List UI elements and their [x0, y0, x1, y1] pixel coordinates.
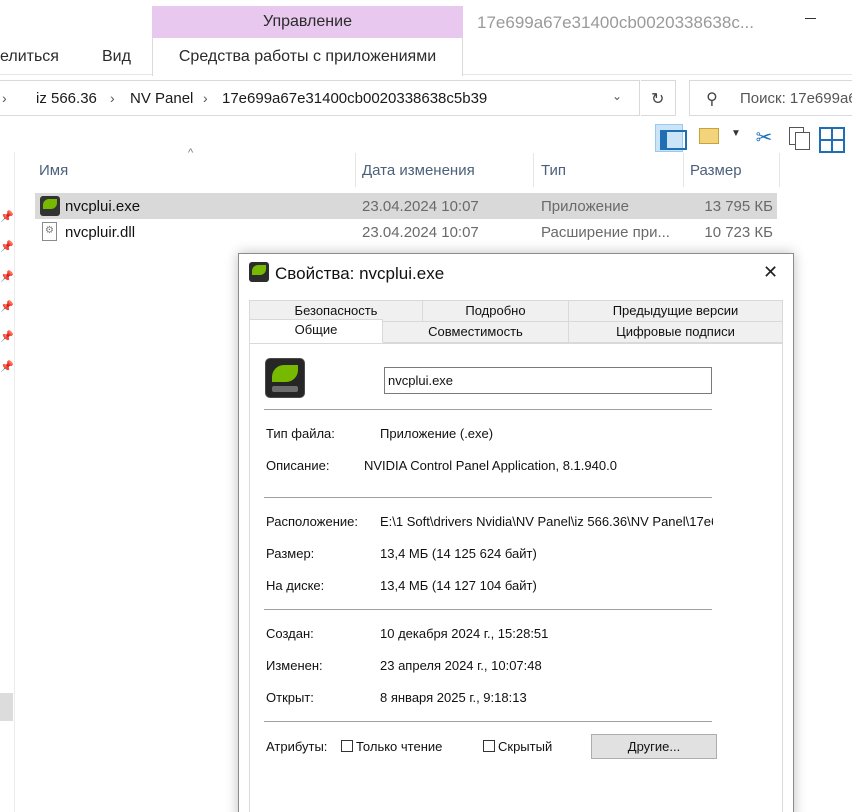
- tab-digital-signatures[interactable]: Цифровые подписи: [568, 321, 783, 343]
- window-title: 17e699a67e31400cb0020338638c...: [477, 13, 754, 32]
- divider: [264, 497, 712, 498]
- tab-compatibility[interactable]: Совместимость: [382, 321, 569, 343]
- disk-size-value: 13,4 МБ (14 127 104 байт): [380, 578, 537, 593]
- file-type: Приложение: [541, 198, 629, 215]
- file-name: nvcplui.exe: [65, 198, 141, 215]
- hidden-label[interactable]: Скрытый: [498, 739, 552, 754]
- chevron-down-icon[interactable]: ⌄: [612, 89, 622, 103]
- column-divider[interactable]: [779, 153, 780, 187]
- search-input[interactable]: ⚲ Поиск: 17e699a6: [689, 80, 852, 116]
- nvidia-app-icon: [265, 358, 305, 398]
- chevron-right-icon[interactable]: ›: [2, 90, 7, 106]
- dialog-title: Свойства: nvcplui.exe: [275, 264, 445, 283]
- tab-details[interactable]: Подробно: [422, 300, 569, 322]
- properties-dialog: Свойства: nvcplui.exe ✕ Безопасность Под…: [238, 253, 794, 812]
- nvidia-app-icon: [40, 196, 60, 216]
- pin-icon[interactable]: 📌: [0, 270, 14, 283]
- location-label: Расположение:: [266, 514, 358, 529]
- breadcrumb-nv-panel[interactable]: NV Panel: [130, 90, 193, 107]
- close-icon[interactable]: ✕: [763, 262, 778, 283]
- divider: [264, 609, 712, 610]
- tab-general[interactable]: Общие: [249, 319, 383, 343]
- column-date[interactable]: Дата изменения: [362, 162, 475, 179]
- refresh-button[interactable]: ↻: [641, 80, 676, 116]
- dll-file-icon: [42, 222, 57, 241]
- size-value: 13,4 МБ (14 125 624 байт): [380, 546, 537, 561]
- column-divider[interactable]: [533, 153, 534, 187]
- divider: [264, 721, 712, 722]
- cut-icon[interactable]: ✂: [750, 124, 778, 152]
- file-size: 13 795 КБ: [704, 198, 773, 215]
- created-label: Создан:: [266, 626, 314, 641]
- file-type: Расширение при...: [541, 224, 670, 241]
- column-size[interactable]: Размер: [690, 162, 742, 179]
- location-value: E:\1 Soft\drivers Nvidia\NV Panel\iz 566…: [380, 514, 713, 529]
- file-name: nvcpluir.dll: [65, 224, 136, 241]
- column-type[interactable]: Тип: [541, 162, 566, 179]
- select-all-icon[interactable]: [817, 124, 845, 153]
- attributes-label: Атрибуты:: [266, 739, 328, 754]
- navigation-pane[interactable]: 📌 📌 📌 📌 📌 📌: [0, 152, 15, 812]
- pin-icon[interactable]: 📌: [0, 360, 14, 373]
- tab-share[interactable]: елиться: [0, 48, 59, 66]
- file-row[interactable]: nvcplui.exe 23.04.2024 10:07 Приложение …: [35, 193, 777, 219]
- modified-value: 23 апреля 2024 г., 10:07:48: [380, 658, 542, 673]
- pin-icon[interactable]: 📌: [0, 240, 14, 253]
- opened-label: Открыт:: [266, 690, 314, 705]
- search-icon: ⚲: [706, 91, 718, 108]
- tab-app-tools-label: Средства работы с приложениями: [178, 48, 437, 65]
- nvidia-app-icon: [249, 262, 269, 282]
- breadcrumb-iz[interactable]: iz 566.36: [36, 90, 97, 107]
- readonly-checkbox[interactable]: [341, 740, 353, 752]
- pin-icon[interactable]: 📌: [0, 300, 14, 313]
- tab-view[interactable]: Вид: [102, 48, 131, 66]
- readonly-label[interactable]: Только чтение: [356, 739, 442, 754]
- pin-icon[interactable]: 📌: [0, 210, 14, 223]
- minimize-icon[interactable]: [805, 18, 816, 19]
- column-name[interactable]: Имя: [39, 162, 68, 179]
- other-attributes-button[interactable]: Другие...: [591, 734, 717, 759]
- chevron-right-icon[interactable]: ›: [203, 90, 208, 106]
- created-value: 10 декабря 2024 г., 15:28:51: [380, 626, 549, 641]
- sort-ascending-icon: ^: [188, 147, 194, 159]
- details-pane-icon[interactable]: [655, 124, 687, 152]
- hidden-checkbox[interactable]: [483, 740, 495, 752]
- chevron-right-icon[interactable]: ›: [110, 90, 115, 106]
- chevron-down-icon[interactable]: ▼: [731, 128, 741, 139]
- size-label: Размер:: [266, 546, 315, 561]
- column-divider[interactable]: [355, 153, 356, 187]
- modified-label: Изменен:: [266, 658, 323, 673]
- refresh-icon: ↻: [651, 91, 665, 108]
- file-date: 23.04.2024 10:07: [362, 224, 479, 241]
- manage-label: Управление: [263, 13, 352, 30]
- copy-icon[interactable]: [786, 124, 814, 152]
- opened-value: 8 января 2025 г., 9:18:13: [380, 690, 527, 705]
- pin-icon[interactable]: 📌: [0, 330, 14, 343]
- tab-previous-versions[interactable]: Предыдущие версии: [568, 300, 783, 322]
- column-divider[interactable]: [683, 153, 684, 187]
- address-bar[interactable]: › iz 566.36 › NV Panel › 17e699a67e31400…: [0, 80, 640, 116]
- breadcrumb-folder[interactable]: 17e699a67e31400cb0020338638c5b39: [222, 90, 487, 107]
- description-label: Описание:: [266, 458, 330, 473]
- file-type-label: Тип файла:: [266, 426, 335, 441]
- description-value: NVIDIA Control Panel Application, 8.1.94…: [364, 458, 617, 473]
- nav-item-selected[interactable]: [0, 693, 13, 721]
- tab-app-tools[interactable]: Средства работы с приложениями: [152, 38, 463, 76]
- ribbon: елиться Вид Управление Средства работы с…: [0, 0, 852, 76]
- file-name-field[interactable]: [384, 367, 712, 394]
- file-type-value: Приложение (.exe): [380, 426, 494, 441]
- divider: [264, 409, 712, 410]
- file-size: 10 723 КБ: [704, 224, 773, 241]
- disk-size-label: На диске:: [266, 578, 325, 593]
- file-date: 23.04.2024 10:07: [362, 198, 479, 215]
- search-placeholder: Поиск: 17e699a6: [740, 90, 852, 107]
- file-row[interactable]: nvcpluir.dll 23.04.2024 10:07 Расширение…: [35, 219, 777, 245]
- properties-icon[interactable]: [697, 124, 725, 152]
